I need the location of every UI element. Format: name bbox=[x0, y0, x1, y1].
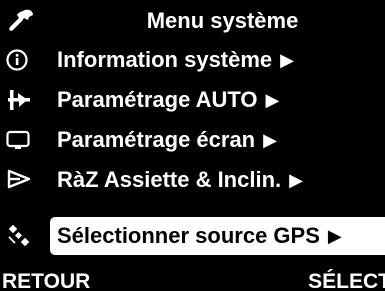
chevron-right-icon: ▶ bbox=[265, 90, 280, 110]
menu-item-raz-assiette-inclin[interactable]: RàZ Assiette & Inclin. ▶ bbox=[0, 160, 385, 200]
select-softkey[interactable]: SÉLECT bbox=[308, 270, 385, 291]
display-icon bbox=[5, 127, 33, 153]
back-softkey[interactable]: RETOUR bbox=[2, 270, 90, 291]
page-title: Menu système bbox=[146, 8, 299, 33]
menu-item-label: Paramétrage AUTO bbox=[57, 87, 258, 112]
menu-item-label: Information système bbox=[57, 47, 273, 72]
system-menu-screen: Menu système Information système▶ Param bbox=[0, 0, 385, 291]
chevron-right-icon: ▶ bbox=[327, 226, 342, 246]
satellite-icon bbox=[5, 223, 33, 249]
attitude-reset-icon bbox=[5, 167, 33, 193]
menu-item-label: Paramétrage écran bbox=[57, 127, 256, 152]
chevron-right-icon: ▶ bbox=[280, 50, 295, 70]
autopilot-icon bbox=[5, 87, 33, 113]
menu-item-parametrage-auto[interactable]: Paramétrage AUTO ▶ bbox=[0, 80, 385, 120]
softkey-bar: RETOUR SÉLECT bbox=[0, 270, 385, 291]
title-bar: Menu système bbox=[0, 0, 385, 40]
menu-item-label: Sélectionner source GPS bbox=[57, 223, 320, 248]
wrench-icon bbox=[6, 8, 36, 34]
menu-item-information-systeme[interactable]: Information système ▶ bbox=[0, 40, 385, 80]
chevron-right-icon: ▶ bbox=[289, 170, 303, 190]
menu-item-selectionner-source-gps[interactable]: Sélectionner source GPS ▶ bbox=[0, 216, 385, 256]
chevron-right-icon: ▶ bbox=[263, 130, 277, 150]
menu-item-label: RàZ Assiette & Inclin. bbox=[57, 167, 282, 192]
menu-item-parametrage-ecran[interactable]: Paramétrage écran ▶ bbox=[0, 120, 385, 160]
info-icon bbox=[5, 47, 33, 73]
